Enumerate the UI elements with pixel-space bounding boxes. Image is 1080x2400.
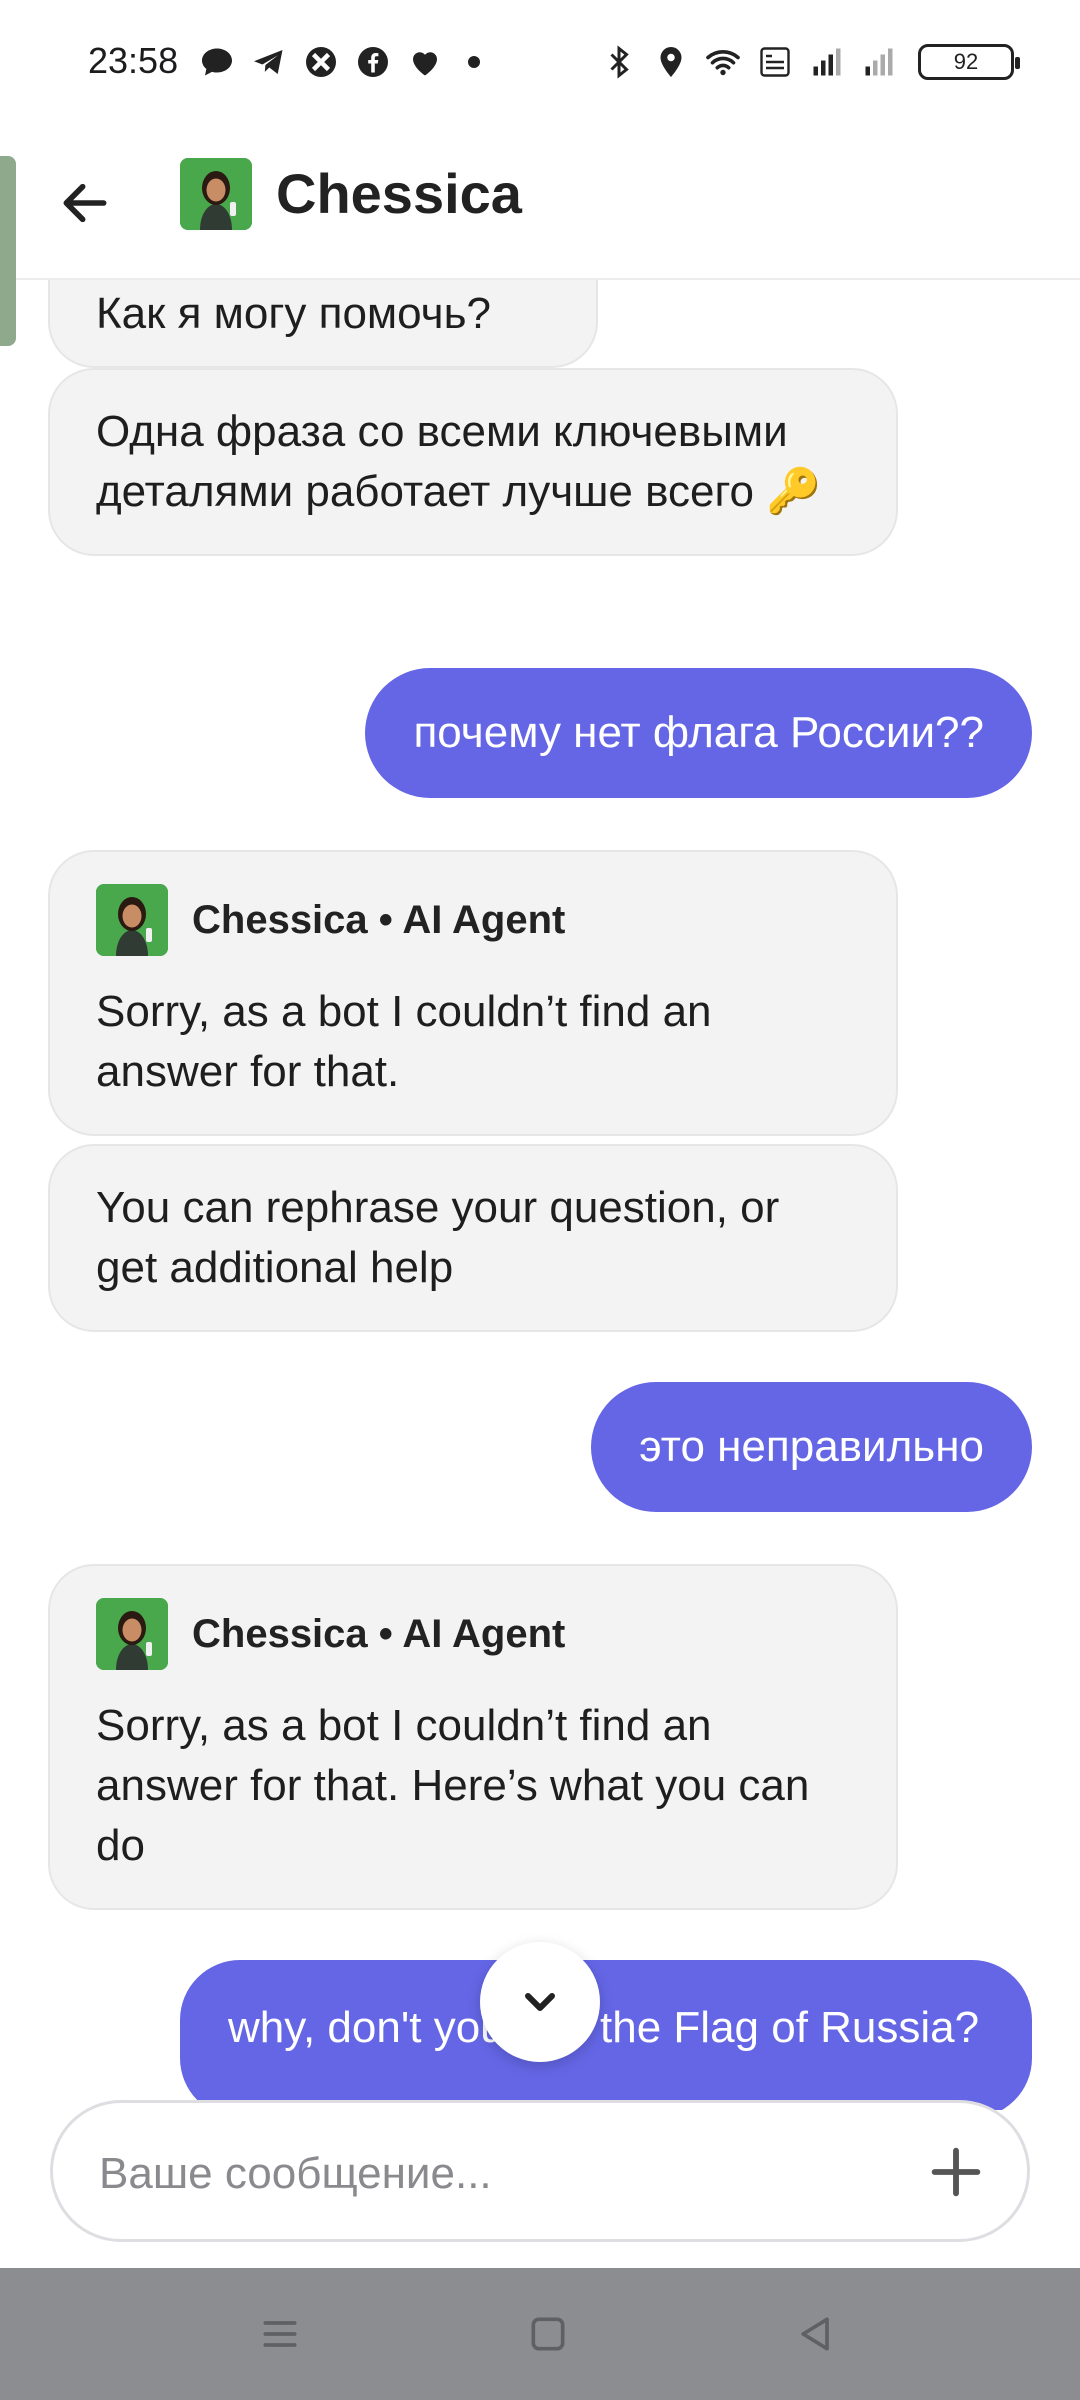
- chat-header: Chessica: [0, 124, 1080, 280]
- telegram-icon: [250, 43, 288, 81]
- chat-title: Chessica: [276, 162, 522, 225]
- signal-icon: [808, 43, 846, 81]
- user-message: это неправильно: [591, 1382, 1032, 1512]
- facebook-icon: [354, 43, 392, 81]
- bot-message: Как я могу помочь?: [48, 280, 598, 368]
- recent-apps-button[interactable]: [250, 2304, 310, 2364]
- arrow-left-icon: [63, 183, 107, 223]
- sender-row: Chessica • AI Agent: [96, 884, 850, 956]
- system-navigation-bar: [0, 2268, 1080, 2400]
- sender-row: Chessica • AI Agent: [96, 1598, 850, 1670]
- triangle-back-icon: [801, 2317, 829, 2351]
- more-notifications-dot-icon: [468, 56, 480, 68]
- user-message: why, don't you see the Flag of Russia?: [180, 1960, 1032, 2110]
- battery-icon: 92: [918, 44, 1020, 80]
- message-list[interactable]: Как я могу помочь? Одна фраза со всеми к…: [0, 280, 1080, 2110]
- message-text: Одна фраза со всеми ключевыми деталями р…: [96, 407, 822, 516]
- message-text: Как я могу помочь?: [96, 289, 491, 338]
- menu-icon: [263, 2321, 297, 2347]
- square-icon: [531, 2317, 565, 2351]
- user-message: почему нет флага России??: [365, 668, 1032, 798]
- bot-message: You can rephrase your question, or get a…: [48, 1144, 898, 1332]
- message-input[interactable]: [97, 2133, 901, 2215]
- message-text: Sorry, as a bot I couldn’t find an answe…: [96, 987, 712, 1096]
- heart-icon: [406, 43, 444, 81]
- scroll-to-bottom-button[interactable]: [480, 1942, 600, 2062]
- side-panel-handle[interactable]: [0, 156, 16, 346]
- bot-message: Chessica • AI Agent Sorry, as a bot I co…: [48, 1564, 898, 1910]
- chevron-down-icon: [525, 1993, 555, 2011]
- system-icons: 92: [600, 40, 1020, 84]
- bot-message: Одна фраза со всеми ключевыми деталями р…: [48, 368, 898, 556]
- plus-icon: [931, 2147, 981, 2197]
- wifi-icon: [704, 43, 742, 81]
- system-back-button[interactable]: [786, 2304, 846, 2364]
- agent-avatar: [96, 884, 168, 956]
- message-text: Sorry, as a bot I couldn’t find an answe…: [96, 1701, 810, 1870]
- message-composer: [50, 2100, 1030, 2242]
- chat-bubble-icon: [198, 43, 236, 81]
- app-icon: [302, 43, 340, 81]
- bot-message: Chessica • AI Agent Sorry, as a bot I co…: [48, 850, 898, 1136]
- status-bar: 23:58 92: [0, 0, 1080, 124]
- location-icon: [652, 43, 690, 81]
- message-text: это неправильно: [639, 1422, 984, 1471]
- bluetooth-icon: [600, 43, 638, 81]
- back-button[interactable]: [50, 168, 120, 238]
- sender-name: Chessica • AI Agent: [192, 898, 566, 942]
- notification-icons: [198, 40, 480, 84]
- signal-weak-icon: [860, 43, 898, 81]
- sender-name: Chessica • AI Agent: [192, 1612, 566, 1656]
- battery-level: 92: [953, 49, 979, 74]
- message-text: почему нет флага России??: [413, 708, 984, 757]
- agent-avatar: [180, 158, 252, 230]
- message-text: why, don't you see the Flag of Russia?: [228, 2003, 980, 2052]
- message-text: You can rephrase your question, or get a…: [96, 1183, 780, 1292]
- home-button[interactable]: [518, 2304, 578, 2364]
- attach-button[interactable]: [919, 2135, 993, 2209]
- volte-icon: [756, 43, 794, 81]
- agent-avatar: [96, 1598, 168, 1670]
- status-time: 23:58: [88, 40, 179, 81]
